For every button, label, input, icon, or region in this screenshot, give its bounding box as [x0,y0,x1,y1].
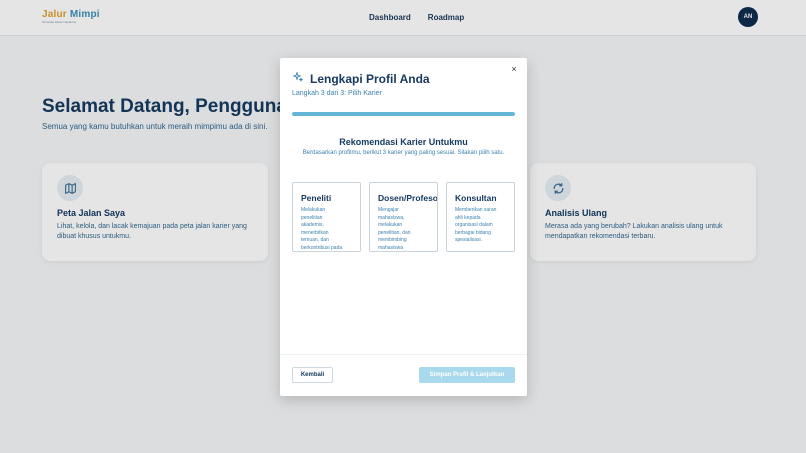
career-option-description: Memberikan saran ahli kepada organisasi … [455,207,497,243]
modal-header: Lengkapi Profil Anda [292,70,430,88]
career-option-title: Konsultan [455,193,497,203]
progress-fill [292,112,515,116]
modal-title: Lengkapi Profil Anda [310,72,430,86]
career-option-title: Dosen/Profesor [378,193,438,203]
progress-bar [292,112,515,116]
career-option-dosen[interactable]: Dosen/Profesor Mengajar mahasiswa, melak… [369,182,438,252]
sparkle-icon [292,70,304,88]
close-icon[interactable]: × [509,64,519,74]
career-option-description: Melakukan penelitian akademis, menerbitk… [301,207,343,251]
step-indicator: Langkah 3 dari 3: Pilih Karier [292,90,382,97]
career-option-konsultan[interactable]: Konsultan Memberikan saran ahli kepada o… [446,182,515,252]
save-continue-button[interactable]: Simpan Profil & Lanjutkan [419,367,515,383]
complete-profile-modal: × Lengkapi Profil Anda Langkah 3 dari 3:… [280,58,527,396]
career-option-title: Peneliti [301,193,332,203]
career-option-description: Mengajar mahasiswa, melakukan penelitian… [378,207,411,251]
back-button[interactable]: Kembali [292,367,333,383]
career-options: Peneliti Melakukan penelitian akademis, … [292,182,515,252]
recommendation-subtitle: Berdasarkan profilmu, berikut 3 karier y… [302,150,505,156]
career-option-peneliti[interactable]: Peneliti Melakukan penelitian akademis, … [292,182,361,252]
recommendation-title: Rekomendasi Karier Untukmu [339,137,468,147]
footer-divider [280,354,527,355]
